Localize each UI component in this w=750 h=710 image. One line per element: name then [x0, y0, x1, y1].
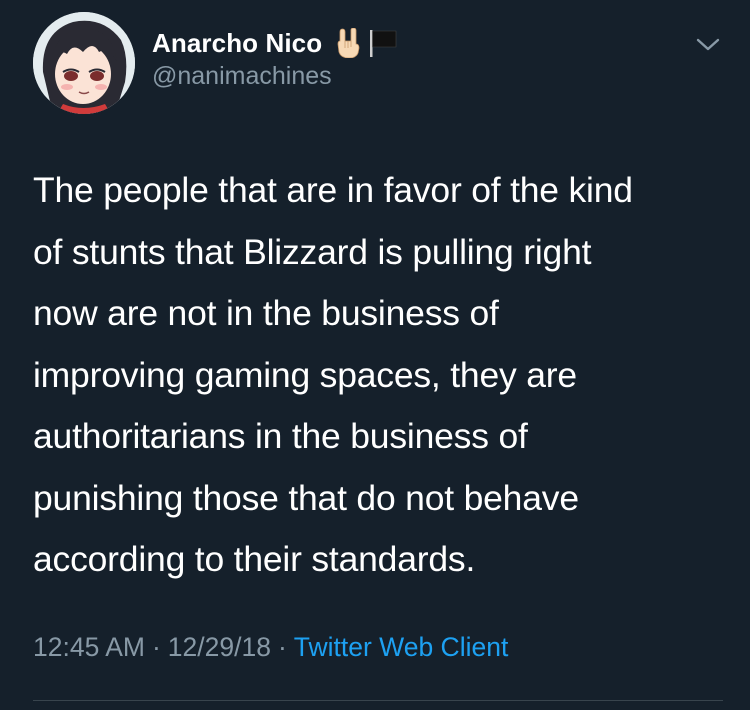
avatar[interactable] — [33, 12, 135, 114]
name-row: Anarcho Nico — [152, 26, 398, 60]
tweet-meta: 12:45 AM · 12/29/18 · Twitter Web Client — [33, 632, 508, 663]
tweet-time[interactable]: 12:45 AM — [33, 632, 145, 662]
divider — [33, 700, 723, 701]
tweet-text-line: authoritarians in the business of — [33, 416, 528, 456]
black-flag-icon — [368, 29, 398, 57]
tweet-client-link[interactable]: Twitter Web Client — [294, 632, 509, 662]
tweet-text-line: of stunts that Blizzard is pulling right — [33, 231, 592, 272]
tweet-date[interactable]: 12/29/18 — [168, 632, 271, 662]
tweet-text-line: The people that are in favor of the kind — [33, 170, 633, 210]
tweet-card: Anarcho Nico @nanimachines The people th… — [0, 0, 750, 710]
handle[interactable]: @nanimachines — [152, 62, 398, 91]
tweet-text-line: according to their standards. — [33, 539, 476, 579]
tweet-text: The people that are in favor of the kind… — [33, 160, 733, 591]
tweet-text-line: now are not in the business of — [33, 293, 499, 333]
meta-separator: · — [277, 632, 287, 662]
meta-separator: · — [151, 632, 161, 662]
tweet-text-line: improving gaming spaces, they are — [33, 354, 577, 395]
chevron-down-icon[interactable] — [693, 34, 723, 54]
sign-of-horns-icon — [334, 27, 362, 59]
display-name[interactable]: Anarcho Nico — [152, 28, 322, 59]
tweet-header: Anarcho Nico @nanimachines — [152, 26, 398, 91]
tweet-text-line: punishing those that do not behave — [33, 477, 579, 518]
